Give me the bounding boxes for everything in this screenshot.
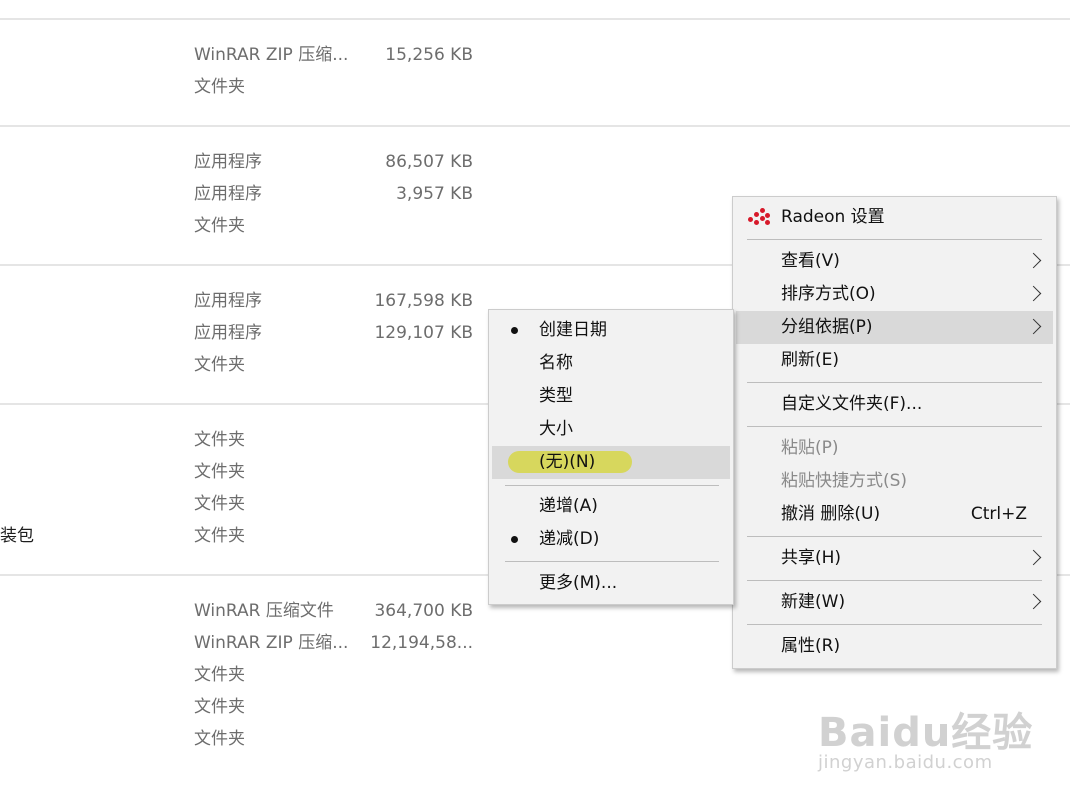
file-type: WinRAR 压缩文件: [194, 601, 334, 621]
file-type: 文件夹: [194, 494, 245, 514]
menu-label: 更多(M)...: [539, 573, 618, 593]
menu-label: 新建(W): [781, 592, 846, 612]
menu-label: Radeon 设置: [781, 207, 885, 227]
menu-separator: [747, 580, 1042, 581]
context-menu: Radeon 设置 查看(V) 排序方式(O) 分组依据(P) 刷新(E) 自定…: [732, 196, 1057, 669]
menu-item-paste-shortcut[interactable]: 粘贴快捷方式(S): [736, 465, 1053, 498]
selected-bullet-icon: [511, 536, 518, 543]
file-type: 文件夹: [194, 526, 245, 546]
menu-item-group-by[interactable]: 分组依据(P): [736, 311, 1053, 344]
file-type: 应用程序: [194, 152, 262, 172]
menu-shortcut: Ctrl+Z: [970, 504, 1027, 524]
submenu-item-name[interactable]: 名称: [492, 347, 730, 380]
file-name: 装包: [0, 526, 34, 546]
file-size: 364,700 KB: [374, 601, 473, 621]
file-type: 应用程序: [194, 291, 262, 311]
menu-separator: [747, 536, 1042, 537]
file-type: 文件夹: [194, 697, 245, 717]
file-size: 129,107 KB: [374, 323, 473, 343]
file-size: 12,194,58...: [370, 633, 473, 653]
menu-label: 共享(H): [781, 548, 842, 568]
file-type: 文件夹: [194, 665, 245, 685]
menu-label: 大小: [539, 419, 573, 439]
menu-separator: [747, 382, 1042, 383]
file-type: 文件夹: [194, 77, 245, 97]
menu-label: (无)(N): [539, 452, 596, 472]
menu-item-new[interactable]: 新建(W): [736, 586, 1053, 619]
chevron-right-icon: [1025, 252, 1042, 269]
menu-separator: [505, 561, 719, 562]
menu-item-undo-delete[interactable]: 撤消 删除(U) Ctrl+Z: [736, 498, 1053, 531]
menu-item-share[interactable]: 共享(H): [736, 542, 1053, 575]
menu-separator: [747, 624, 1042, 625]
menu-separator: [505, 485, 719, 486]
chevron-right-icon: [1025, 318, 1042, 335]
menu-label: 撤消 删除(U): [781, 504, 881, 524]
menu-label: 类型: [539, 386, 573, 406]
menu-label: 属性(R): [781, 636, 841, 656]
file-type: WinRAR ZIP 压缩...: [194, 633, 349, 653]
menu-item-refresh[interactable]: 刷新(E): [736, 344, 1053, 377]
file-size: 167,598 KB: [374, 291, 473, 311]
menu-label: 名称: [539, 353, 573, 373]
file-type: 应用程序: [194, 323, 262, 343]
file-size: 15,256 KB: [385, 45, 473, 65]
menu-label: 查看(V): [781, 251, 840, 271]
menu-item-sort-by[interactable]: 排序方式(O): [736, 278, 1053, 311]
explorer-window: WinRAR ZIP 压缩... 15,256 KB 文件夹 应用程序 86,5…: [0, 0, 1070, 797]
submenu-item-more[interactable]: 更多(M)...: [492, 567, 730, 600]
menu-item-properties[interactable]: 属性(R): [736, 630, 1053, 663]
menu-label: 粘贴快捷方式(S): [781, 471, 908, 491]
baidu-watermark: Baidu经验 jingyan.baidu.com: [818, 700, 1033, 773]
group-by-submenu: 创建日期 名称 类型 大小 (无)(N) 递增(A) 递减(D) 更多(M)..…: [488, 309, 734, 605]
group-divider: [0, 125, 1070, 127]
submenu-item-descending[interactable]: 递减(D): [492, 523, 730, 556]
file-type: 文件夹: [194, 729, 245, 749]
menu-label: 创建日期: [539, 320, 607, 340]
file-size: 3,957 KB: [396, 184, 473, 204]
submenu-item-ascending[interactable]: 递增(A): [492, 490, 730, 523]
menu-separator: [747, 426, 1042, 427]
submenu-item-none[interactable]: (无)(N): [492, 446, 730, 479]
file-type: WinRAR ZIP 压缩...: [194, 45, 349, 65]
menu-label: 刷新(E): [781, 350, 840, 370]
menu-separator: [747, 239, 1042, 240]
file-type: 文件夹: [194, 430, 245, 450]
selected-bullet-icon: [511, 327, 518, 334]
menu-label: 自定义文件夹(F)...: [781, 394, 923, 414]
chevron-right-icon: [1025, 549, 1042, 566]
submenu-item-type[interactable]: 类型: [492, 380, 730, 413]
menu-item-view[interactable]: 查看(V): [736, 245, 1053, 278]
group-divider: [0, 18, 1070, 20]
menu-item-customize-folder[interactable]: 自定义文件夹(F)...: [736, 388, 1053, 421]
menu-label: 递增(A): [539, 496, 598, 516]
menu-label: 递减(D): [539, 529, 600, 549]
menu-label: 排序方式(O): [781, 284, 876, 304]
menu-item-radeon-settings[interactable]: Radeon 设置: [736, 201, 1053, 234]
menu-label: 分组依据(P): [781, 317, 873, 337]
file-type: 文件夹: [194, 355, 245, 375]
file-type: 应用程序: [194, 184, 262, 204]
file-type: 文件夹: [194, 462, 245, 482]
radeon-logo-icon: [748, 208, 770, 226]
watermark-logo: Baidu经验: [818, 710, 1034, 756]
submenu-item-created-date[interactable]: 创建日期: [492, 314, 730, 347]
file-size: 86,507 KB: [385, 152, 473, 172]
menu-label: 粘贴(P): [781, 438, 839, 458]
file-type: 文件夹: [194, 216, 245, 236]
chevron-right-icon: [1025, 593, 1042, 610]
menu-item-paste[interactable]: 粘贴(P): [736, 432, 1053, 465]
chevron-right-icon: [1025, 285, 1042, 302]
submenu-item-size[interactable]: 大小: [492, 413, 730, 446]
